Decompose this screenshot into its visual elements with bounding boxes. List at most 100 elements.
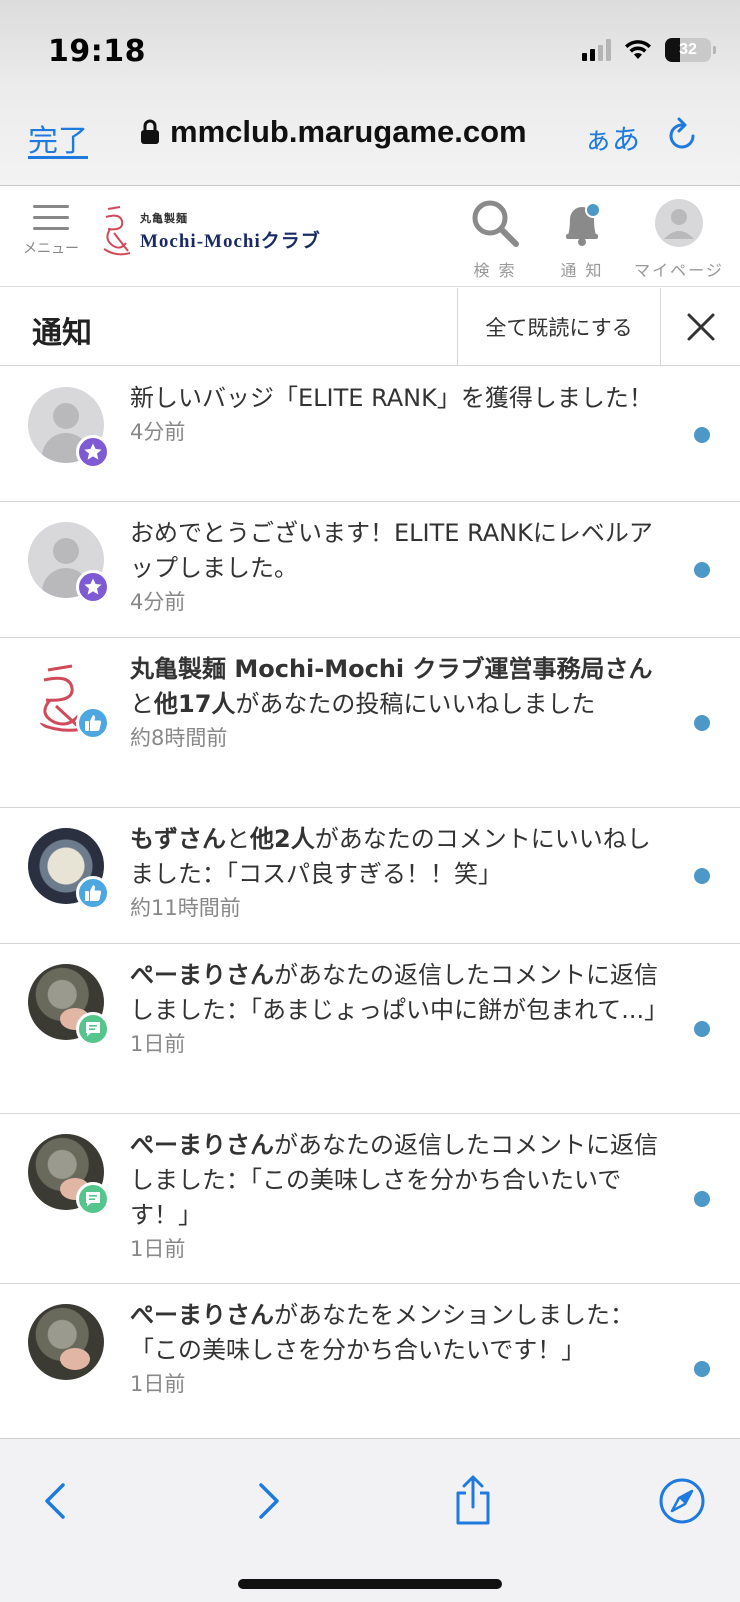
browser-bottom-toolbar xyxy=(0,1438,740,1602)
notification-item[interactable]: ぺーまりさんがあなたの返信したコメントに返信しました：「あまじょっぱい中に餅が包… xyxy=(0,944,740,1114)
avatar-wrapper xyxy=(28,828,110,910)
notification-body: もずさんと他2人があなたのコメントにいいねしました：「コスパ良すぎる！！笑」約1… xyxy=(130,822,660,923)
comment-badge-icon xyxy=(76,1182,110,1216)
reload-button[interactable] xyxy=(666,116,700,156)
notification-text: もずさんと他2人があなたのコメントにいいねしました：「コスパ良すぎる！！笑」 xyxy=(130,822,660,892)
address-bar[interactable]: mmclub.marugame.com xyxy=(140,114,527,150)
back-chevron-icon xyxy=(45,1483,65,1519)
forward-button[interactable] xyxy=(238,1471,298,1531)
wifi-icon xyxy=(625,40,651,59)
share-button[interactable] xyxy=(443,1471,503,1531)
star-badge-icon xyxy=(76,435,110,469)
notification-label: 通 知 xyxy=(560,261,604,280)
avatar xyxy=(28,1304,104,1380)
unread-dot xyxy=(694,1361,710,1377)
like-badge-icon xyxy=(76,706,110,740)
avatar-wrapper xyxy=(28,964,110,1046)
home-indicator xyxy=(238,1579,502,1589)
search-button[interactable]: 検 索 xyxy=(450,197,540,281)
done-button[interactable]: 完了 xyxy=(28,116,88,160)
logo-small-text: 丸亀製麺 xyxy=(140,211,188,225)
forward-chevron-icon xyxy=(259,1483,279,1519)
browser-top-bar: 19:18 32 完了 mmclub.marugame.com ぁあ xyxy=(0,0,740,186)
notification-text: 新しいバッジ「ELITE RANK」を獲得しました！ xyxy=(130,384,653,412)
notification-body: ぺーまりさんがあなたの返信したコメントに返信しました：「あまじょっぱい中に餅が包… xyxy=(130,958,668,1059)
battery-fill xyxy=(665,38,680,62)
battery-level: 32 xyxy=(679,41,697,58)
notification-body: ぺーまりさんがあなたをメンションしました：「この美味しさを分かち合いたいです！」… xyxy=(130,1298,660,1399)
notification-body: 丸亀製麺 Mochi-Mochi クラブ運営事務局さんと他17人があなたの投稿に… xyxy=(130,652,660,753)
avatar-wrapper xyxy=(28,1134,110,1216)
safari-screen: 19:18 32 完了 mmclub.marugame.com ぁあ メニュー … xyxy=(0,0,740,1602)
back-button[interactable] xyxy=(26,1471,86,1531)
notification-text: 新しいバッジ「ELITE RANK」を獲得しました！ xyxy=(130,381,660,416)
url-text: mmclub.marugame.com xyxy=(170,114,527,149)
bell-icon xyxy=(566,202,601,246)
cellular-signal-icon xyxy=(582,39,611,61)
notification-body: 新しいバッジ「ELITE RANK」を獲得しました！ 4分前 xyxy=(130,381,660,447)
notification-actor: ぺーまりさん xyxy=(130,1131,274,1159)
notification-text: があなたの投稿にいいねしました xyxy=(235,690,596,718)
notification-item[interactable]: もずさんと他2人があなたのコメントにいいねしました：「コスパ良すぎる！！笑」約1… xyxy=(0,808,740,944)
status-time: 19:18 xyxy=(48,34,146,69)
notification-text: ぺーまりさんがあなたをメンションしました：「この美味しさを分かち合いたいです！」 xyxy=(130,1298,660,1368)
menu-button[interactable]: メニュー xyxy=(16,205,86,258)
star-badge-icon xyxy=(76,570,110,604)
notification-text: ぺーまりさんがあなたの返信したコメントに返信しました：「あまじょっぱい中に餅が包… xyxy=(130,958,668,1028)
logo-main-text: Mochi-Mochiクラブ xyxy=(140,230,321,252)
notification-time: 約11時間前 xyxy=(130,896,241,920)
unread-dot xyxy=(694,715,710,731)
share-icon xyxy=(456,1475,490,1525)
mark-all-read-button[interactable]: 全て既読にする xyxy=(457,288,661,366)
notification-actor: 丸亀製麺 Mochi-Mochi クラブ運営事務局さん xyxy=(130,655,653,683)
compass-icon xyxy=(659,1478,705,1524)
notification-time: 1日前 xyxy=(130,1032,186,1056)
notification-item[interactable]: 新しいバッジ「ELITE RANK」を獲得しました！ 4分前 xyxy=(0,367,740,502)
notification-time: 4分前 xyxy=(130,420,186,444)
notification-others: 他17人 xyxy=(154,690,236,718)
notification-time: 1日前 xyxy=(130,1237,186,1261)
panel-title: 通知 xyxy=(32,316,92,351)
avatar-wrapper xyxy=(28,522,110,604)
notification-text: 丸亀製麺 Mochi-Mochi クラブ運営事務局さんと他17人があなたの投稿に… xyxy=(130,652,660,722)
notification-item[interactable]: おめでとうございます！ELITE RANKにレベルアップしました。 4分前 xyxy=(0,502,740,638)
unread-dot xyxy=(694,868,710,884)
unread-dot xyxy=(694,1191,710,1207)
unread-dot xyxy=(694,562,710,578)
mypage-label: マイページ xyxy=(634,261,724,280)
notification-item[interactable]: ぺーまりさんがあなたをメンションしました：「この美味しさを分かち合いたいです！」… xyxy=(0,1284,740,1438)
notification-actor-suffix: と xyxy=(226,825,250,853)
notification-actor: ぺーまりさん xyxy=(130,961,274,989)
notification-time: 1日前 xyxy=(130,1372,186,1396)
notification-item[interactable]: ぺーまりさんがあなたの返信したコメントに返信しました：「この美味しさを分かち合い… xyxy=(0,1114,740,1284)
close-button[interactable] xyxy=(662,288,740,366)
menu-label: メニュー xyxy=(23,241,79,257)
notification-actor: ぺーまりさん xyxy=(130,1301,274,1329)
unread-dot xyxy=(694,426,710,443)
site-header: メニュー 丸亀製麺 Mochi-Mochiクラブ 検 索 通 知 マイページ xyxy=(0,187,740,287)
battery-cap xyxy=(713,46,716,54)
close-icon xyxy=(687,313,715,341)
compass-button[interactable] xyxy=(652,1471,712,1531)
lock-icon xyxy=(141,119,159,144)
notification-button[interactable]: 通 知 xyxy=(537,197,627,281)
search-label: 検 索 xyxy=(473,261,517,280)
notification-text: おめでとうございます！ELITE RANKにレベルアップしました。 xyxy=(130,519,653,582)
notification-panel-header: 通知 全て既読にする xyxy=(0,288,740,366)
hamburger-icon xyxy=(16,205,86,230)
notification-actor: もずさん xyxy=(130,825,226,853)
unread-dot xyxy=(694,1021,710,1037)
text-size-button[interactable]: ぁあ xyxy=(584,118,640,158)
notification-text: おめでとうございます！ELITE RANKにレベルアップしました。 xyxy=(130,516,660,586)
notification-text: ぺーまりさんがあなたの返信したコメントに返信しました：「この美味しさを分かち合い… xyxy=(130,1128,660,1233)
like-badge-icon xyxy=(76,876,110,910)
notification-list: 新しいバッジ「ELITE RANK」を獲得しました！ 4分前 おめでとうございます！… xyxy=(0,367,740,1438)
site-logo[interactable]: 丸亀製麺 Mochi-Mochiクラブ xyxy=(100,205,321,257)
notification-time: 4分前 xyxy=(130,590,186,614)
notification-item[interactable]: 丸亀製麺 Mochi-Mochi クラブ運営事務局さんと他17人があなたの投稿に… xyxy=(0,638,740,808)
reload-icon xyxy=(669,117,695,149)
mypage-button[interactable]: マイページ xyxy=(624,197,734,281)
avatar-wrapper xyxy=(28,387,110,469)
notification-others: 他2人 xyxy=(250,825,315,853)
avatar-wrapper xyxy=(28,1304,104,1380)
